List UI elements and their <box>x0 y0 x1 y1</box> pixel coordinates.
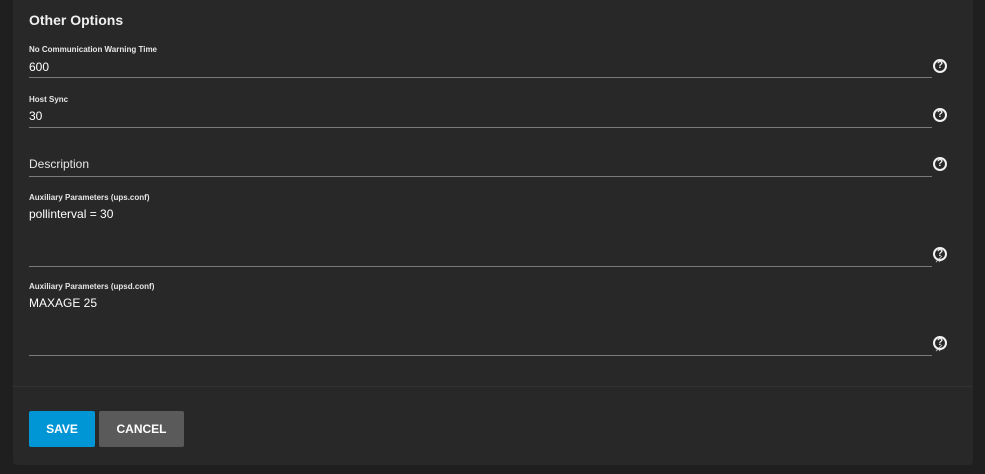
host-sync-input[interactable]: 30 <box>29 109 42 123</box>
help-icon-glyph: ? <box>936 60 944 71</box>
aux-ups-conf-label: Auxiliary Parameters (ups.conf) <box>29 193 150 202</box>
description-input[interactable]: Description <box>29 157 89 171</box>
aux-upsd-conf-textarea[interactable]: MAXAGE 25 <box>29 296 97 310</box>
field-underline <box>29 127 932 128</box>
help-icon[interactable]: ? <box>933 108 947 122</box>
host-sync-field[interactable]: Host Sync 30 <box>29 94 932 129</box>
help-icon-glyph: ? <box>936 337 944 348</box>
aux-ups-conf-field[interactable]: Auxiliary Parameters (ups.conf) pollinte… <box>29 192 943 268</box>
no-comm-warning-field[interactable]: No Communication Warning Time 600 <box>29 44 932 79</box>
help-icon[interactable]: ? <box>933 336 947 350</box>
section-title: Other Options <box>29 12 124 28</box>
aux-upsd-conf-label: Auxiliary Parameters (upsd.conf) <box>29 282 155 291</box>
no-comm-warning-input[interactable]: 600 <box>29 60 49 74</box>
field-underline <box>29 176 932 177</box>
description-field[interactable]: Description <box>29 150 932 178</box>
help-icon-glyph: ? <box>936 109 944 120</box>
help-icon[interactable]: ? <box>933 247 947 261</box>
help-icon[interactable]: ? <box>933 59 947 73</box>
help-icon[interactable]: ? <box>933 157 947 171</box>
help-icon-glyph: ? <box>936 158 944 169</box>
save-button[interactable]: SAVE <box>29 411 95 447</box>
help-icon-glyph: ? <box>936 248 944 259</box>
field-underline <box>29 77 932 78</box>
aux-ups-conf-textarea[interactable]: pollinterval = 30 <box>29 207 113 221</box>
no-comm-warning-label: No Communication Warning Time <box>29 45 158 54</box>
actions-divider <box>13 386 973 387</box>
field-underline <box>29 266 932 267</box>
other-options-card: Other Options No Communication Warning T… <box>13 0 973 465</box>
host-sync-label: Host Sync <box>29 95 69 104</box>
cancel-button[interactable]: CANCEL <box>99 411 184 447</box>
aux-upsd-conf-field[interactable]: Auxiliary Parameters (upsd.conf) MAXAGE … <box>29 281 943 357</box>
field-underline <box>29 355 932 356</box>
